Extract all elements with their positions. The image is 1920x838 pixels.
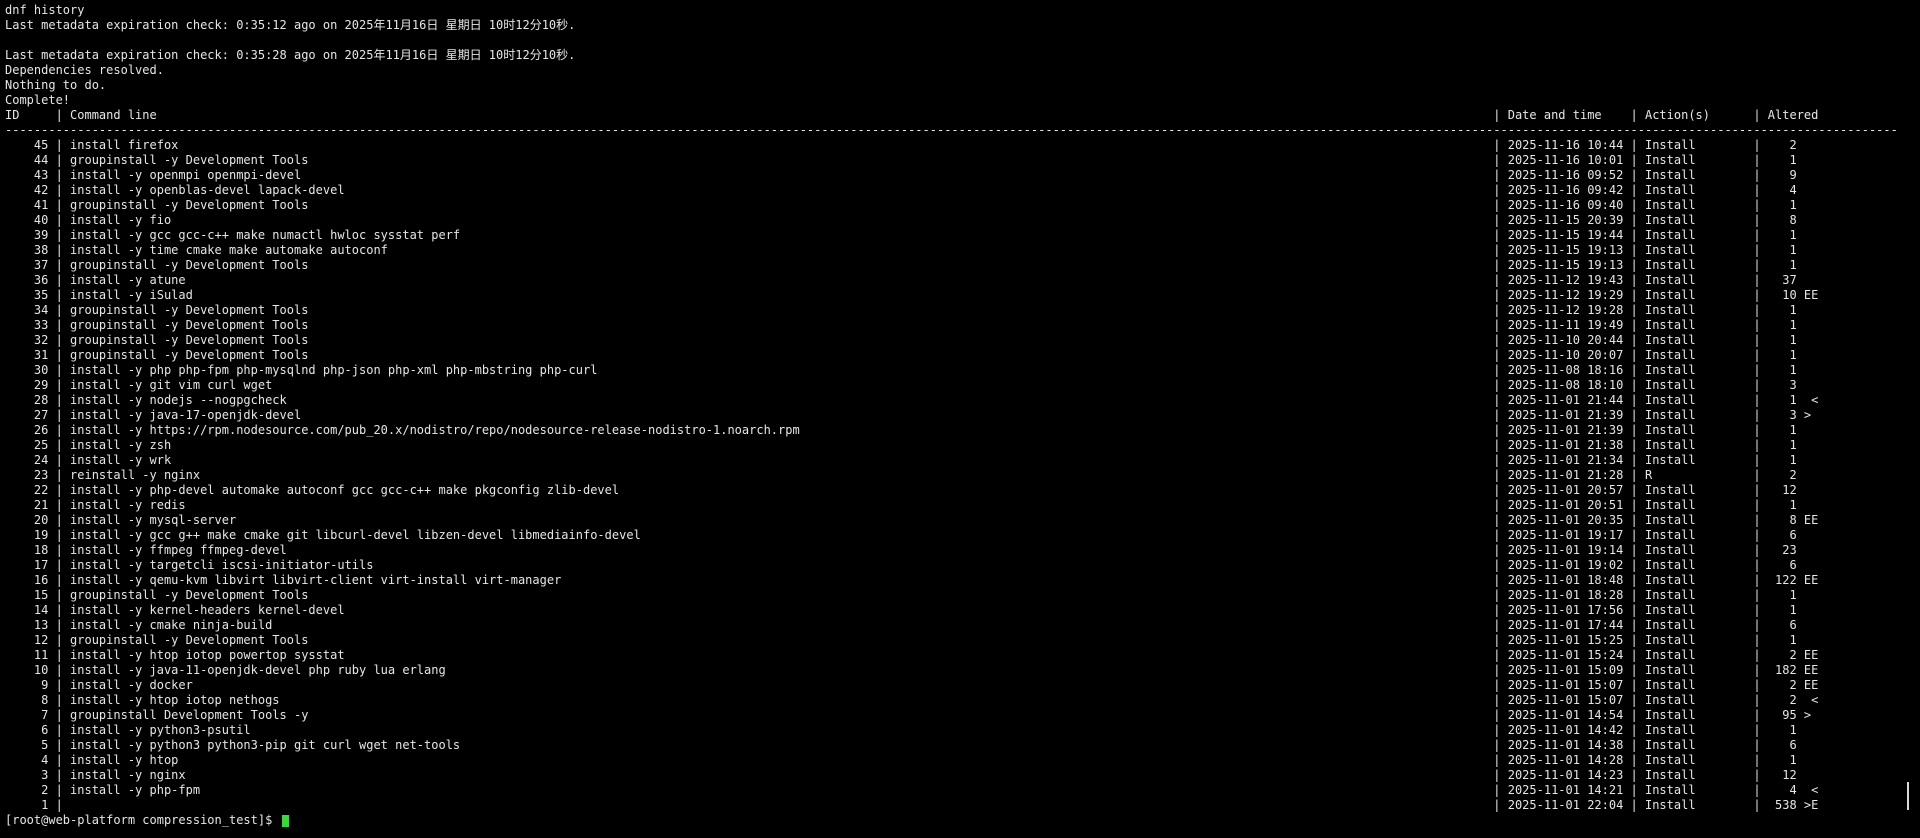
shell-prompt: [root@web-platform compression_test]$ xyxy=(5,813,280,827)
table-row: 8 | install -y htop iotop nethogs | 2025… xyxy=(5,693,1819,707)
table-row: 43 | install -y openmpi openmpi-devel | … xyxy=(5,168,1797,182)
scrollbar[interactable] xyxy=(1906,0,1909,838)
terminal-window[interactable]: dnf history Last metadata expiration che… xyxy=(0,0,1920,838)
metadata-check-line: Last metadata expiration check: 0:35:12 … xyxy=(5,18,576,32)
table-row: 36 | install -y atune | 2025-11-12 19:43… xyxy=(5,273,1797,287)
history-table-separator: ----------------------------------------… xyxy=(5,123,1898,137)
table-row: 4 | install -y htop | 2025-11-01 14:28 |… xyxy=(5,753,1797,767)
table-row: 21 | install -y redis | 2025-11-01 20:51… xyxy=(5,498,1797,512)
table-row: 38 | install -y time cmake make automake… xyxy=(5,243,1797,257)
complete-line: Complete! xyxy=(5,93,71,107)
table-row: 45 | install firefox | 2025-11-16 10:44 … xyxy=(5,138,1797,152)
table-row: 22 | install -y php-devel automake autoc… xyxy=(5,483,1797,497)
table-row: 25 | install -y zsh | 2025-11-01 21:38 |… xyxy=(5,438,1797,452)
table-row: 18 | install -y ffmpeg ffmpeg-devel | 20… xyxy=(5,543,1797,557)
metadata-check-line: Last metadata expiration check: 0:35:28 … xyxy=(5,48,576,62)
table-row: 5 | install -y python3 python3-pip git c… xyxy=(5,738,1797,752)
table-row: 14 | install -y kernel-headers kernel-de… xyxy=(5,603,1797,617)
table-row: 39 | install -y gcc gcc-c++ make numactl… xyxy=(5,228,1797,242)
table-row: 40 | install -y fio | 2025-11-15 20:39 |… xyxy=(5,213,1797,227)
table-row: 13 | install -y cmake ninja-build | 2025… xyxy=(5,618,1797,632)
table-row: 44 | groupinstall -y Development Tools |… xyxy=(5,153,1797,167)
scrollbar-thumb[interactable] xyxy=(1907,782,1909,810)
table-row: 29 | install -y git vim curl wget | 2025… xyxy=(5,378,1797,392)
table-row: 33 | groupinstall -y Development Tools |… xyxy=(5,318,1797,332)
table-row: 3 | install -y nginx | 2025-11-01 14:23 … xyxy=(5,768,1797,782)
table-row: 17 | install -y targetcli iscsi-initiato… xyxy=(5,558,1797,572)
table-row: 24 | install -y wrk | 2025-11-01 21:34 |… xyxy=(5,453,1797,467)
table-row: 26 | install -y https://rpm.nodesource.c… xyxy=(5,423,1797,437)
table-row: 11 | install -y htop iotop powertop syss… xyxy=(5,648,1819,662)
nothing-to-do-line: Nothing to do. xyxy=(5,78,107,92)
table-row: 20 | install -y mysql-server | 2025-11-0… xyxy=(5,513,1819,527)
table-row: 31 | groupinstall -y Development Tools |… xyxy=(5,348,1797,362)
table-row: 27 | install -y java-17-openjdk-devel | … xyxy=(5,408,1812,422)
table-row: 42 | install -y openblas-devel lapack-de… xyxy=(5,183,1797,197)
shell-prompt-row[interactable]: [root@web-platform compression_test]$ xyxy=(5,813,1920,828)
table-row: 1 | | 2025-11-01 22:04 | Install | 538 >… xyxy=(5,798,1819,812)
table-row: 32 | groupinstall -y Development Tools |… xyxy=(5,333,1797,347)
table-row: 12 | groupinstall -y Development Tools |… xyxy=(5,633,1797,647)
table-row: 16 | install -y qemu-kvm libvirt libvirt… xyxy=(5,573,1819,587)
table-row: 35 | install -y iSulad | 2025-11-12 19:2… xyxy=(5,288,1819,302)
table-row: 23 | reinstall -y nginx | 2025-11-01 21:… xyxy=(5,468,1797,482)
table-row: 6 | install -y python3-psutil | 2025-11-… xyxy=(5,723,1797,737)
table-row: 37 | groupinstall -y Development Tools |… xyxy=(5,258,1797,272)
table-row: 2 | install -y php-fpm | 2025-11-01 14:2… xyxy=(5,783,1819,797)
table-row: 30 | install -y php php-fpm php-mysqlnd … xyxy=(5,363,1797,377)
text-cursor xyxy=(281,814,289,827)
table-row: 7 | groupinstall Development Tools -y | … xyxy=(5,708,1812,722)
table-row: 28 | install -y nodejs --nogpgcheck | 20… xyxy=(5,393,1819,407)
table-row: 41 | groupinstall -y Development Tools |… xyxy=(5,198,1797,212)
table-row: 10 | install -y java-11-openjdk-devel ph… xyxy=(5,663,1819,677)
dependencies-line: Dependencies resolved. xyxy=(5,63,164,77)
history-table-header: ID | Command line | Date and time | Acti… xyxy=(5,108,1819,122)
table-row: 34 | groupinstall -y Development Tools |… xyxy=(5,303,1797,317)
table-row: 19 | install -y gcc g++ make cmake git l… xyxy=(5,528,1797,542)
table-row: 9 | install -y docker | 2025-11-01 15:07… xyxy=(5,678,1819,692)
table-row: 15 | groupinstall -y Development Tools |… xyxy=(5,588,1797,602)
command-line: dnf history xyxy=(5,3,85,17)
